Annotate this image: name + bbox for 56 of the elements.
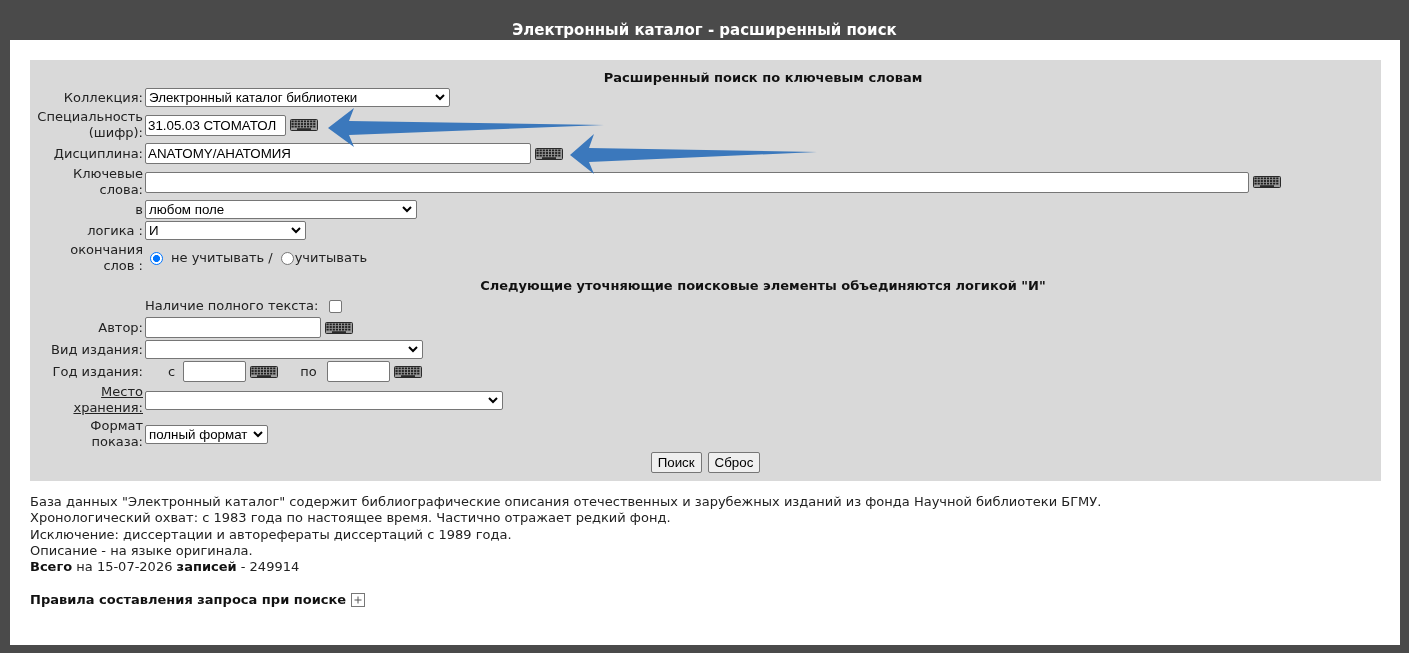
radio-label[interactable]: не учитывать / [171,250,273,266]
field-label: Дисциплина: [53,145,143,162]
input-field[interactable]: ANATOMY/АНАТОМИЯ [145,143,531,164]
dropdown[interactable] [145,340,423,359]
form-heading: Расширенный поиск по ключевым словам [602,70,924,86]
field-label: Вид издания: [51,341,143,358]
checkbox-label: Наличие полного текста: [145,298,319,314]
info-text: Хронологический охват: с 1983 года по настоящее время. Частично отражает редкий фонд. [30,510,672,527]
field-label: Автор: [98,319,143,336]
keyboard-icon[interactable] [393,365,422,378]
dropdown[interactable]: Электронный каталог библиотеки [145,88,450,107]
input-field[interactable] [145,317,321,338]
checkbox[interactable] [329,299,343,313]
radio-button[interactable] [280,251,294,265]
field-label: логика : [87,222,143,239]
dropdown[interactable] [145,390,503,410]
label-link[interactable]: Место хранения: [36,384,143,416]
field-label: в [135,201,143,218]
chevron-down-icon [291,227,301,234]
radio-button[interactable] [150,251,163,265]
info-text: Исключение: диссертации и авторефераты диссертаций с 1989 года. [30,526,513,543]
search-button[interactable]: Поиск [650,452,702,473]
radio-label[interactable]: учитывать [294,250,368,266]
field-label: Ключевые слова: [71,166,143,198]
field-label: окончания слов : [69,242,143,274]
dropdown[interactable]: И [145,221,306,240]
input-field[interactable] [326,361,390,382]
chevron-down-icon [253,430,263,438]
input-field[interactable] [183,361,247,382]
info-text: Всего на 15-07-2026 записей - 249914 [30,559,301,576]
keyboard-icon[interactable] [325,321,353,334]
keyboard-icon[interactable] [1253,176,1281,188]
rules-link[interactable]: Правила составления запроса при поиске [30,592,347,609]
dropdown[interactable]: полный формат [145,424,268,444]
reset-button[interactable]: Сброс [707,452,761,473]
field-label: Коллекция: [63,89,143,106]
info-text: Описание - на языке оригинала. [30,542,254,560]
plus-box-icon[interactable] [351,593,366,608]
info-text: База данных "Электронный каталог" содержит библиографические описания отечественных и зарубежных изданий из фонда Научной библиотеки БГМУ. [30,494,1103,511]
dropdown[interactable]: любом поле [145,200,417,219]
window-title: Электронный каталог - расширенный поиск [512,21,897,40]
field-label: Формат показа: [89,418,143,450]
chevron-down-icon [435,94,445,101]
field-label: Специальность (шифр): [36,109,143,141]
keyboard-icon[interactable] [290,119,318,131]
range-label: с [168,363,176,380]
field-label: Год издания: [52,363,143,380]
chevron-down-icon [408,346,418,353]
chevron-down-icon [402,206,412,213]
keyboard-icon[interactable] [535,147,563,160]
range-label: по [300,363,317,380]
form-subheading: Следующие уточняющие поисковые элементы объединяются логикой "И" [479,278,1047,294]
keyboard-icon[interactable] [250,365,279,378]
input-field[interactable]: 31.05.03 СТОМАТОЛ [145,114,286,136]
chevron-down-icon [488,396,498,404]
input-field[interactable] [145,171,1249,193]
